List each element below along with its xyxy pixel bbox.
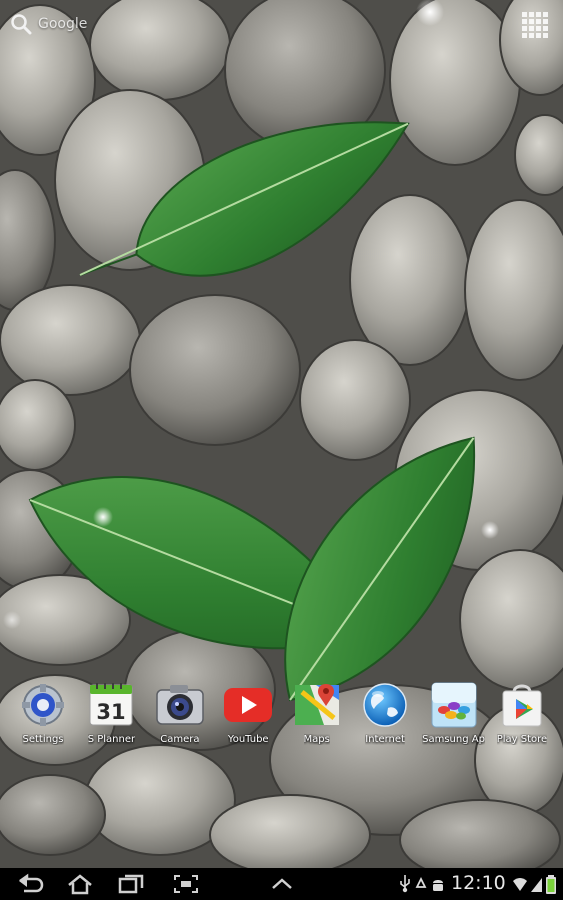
maps-pin-icon xyxy=(292,682,342,728)
app-settings[interactable]: Settings xyxy=(10,682,76,752)
android-icon xyxy=(433,880,443,891)
search-icon xyxy=(11,14,32,35)
battery-icon xyxy=(546,875,556,894)
app-youtube[interactable]: YouTube xyxy=(215,682,281,752)
google-search-label: Google xyxy=(38,16,88,32)
app-samsung-apps[interactable]: Samsung Ap xyxy=(421,682,487,752)
recycle-icon xyxy=(415,876,427,888)
screenshot-icon[interactable] xyxy=(172,873,200,895)
app-label: Internet xyxy=(365,734,405,745)
app-label: Camera xyxy=(160,734,200,745)
back-icon[interactable] xyxy=(16,873,44,895)
system-navigation-bar: 12:10 xyxy=(0,868,563,900)
wifi-icon xyxy=(513,878,527,891)
app-internet[interactable]: Internet xyxy=(352,682,418,752)
google-search-bar[interactable]: Google xyxy=(10,10,130,38)
chevron-up-icon[interactable] xyxy=(268,873,296,895)
app-label: S Planner xyxy=(87,734,136,745)
app-camera[interactable]: Camera xyxy=(147,682,213,752)
app-maps[interactable]: Maps xyxy=(284,682,350,752)
app-label: Maps xyxy=(303,734,330,745)
signal-icon xyxy=(531,878,542,892)
app-label: YouTube xyxy=(227,734,269,745)
calendar-icon: 31 xyxy=(86,682,136,728)
play-store-bag-icon xyxy=(497,682,547,728)
app-label: Settings xyxy=(22,734,64,745)
clock: 12:10 xyxy=(451,872,506,894)
app-label: Play Store xyxy=(496,734,548,745)
settings-gear-icon xyxy=(18,682,68,728)
camera-icon xyxy=(155,682,205,728)
app-play-store[interactable]: Play Store xyxy=(489,682,555,752)
app-s-planner[interactable]: 31 S Planner xyxy=(78,682,144,752)
apps-grid-icon[interactable] xyxy=(520,10,550,40)
usb-icon xyxy=(400,875,410,893)
app-shortcut-row: Settings 31 S Planner Camera YouTube Map… xyxy=(10,682,555,752)
home-icon[interactable] xyxy=(66,873,94,895)
samsung-apps-icon xyxy=(429,682,479,728)
globe-icon xyxy=(360,682,410,728)
app-label: Samsung Ap xyxy=(422,734,485,745)
recent-apps-icon[interactable] xyxy=(117,873,145,895)
youtube-play-icon xyxy=(223,682,273,728)
calendar-day: 31 xyxy=(97,700,126,724)
